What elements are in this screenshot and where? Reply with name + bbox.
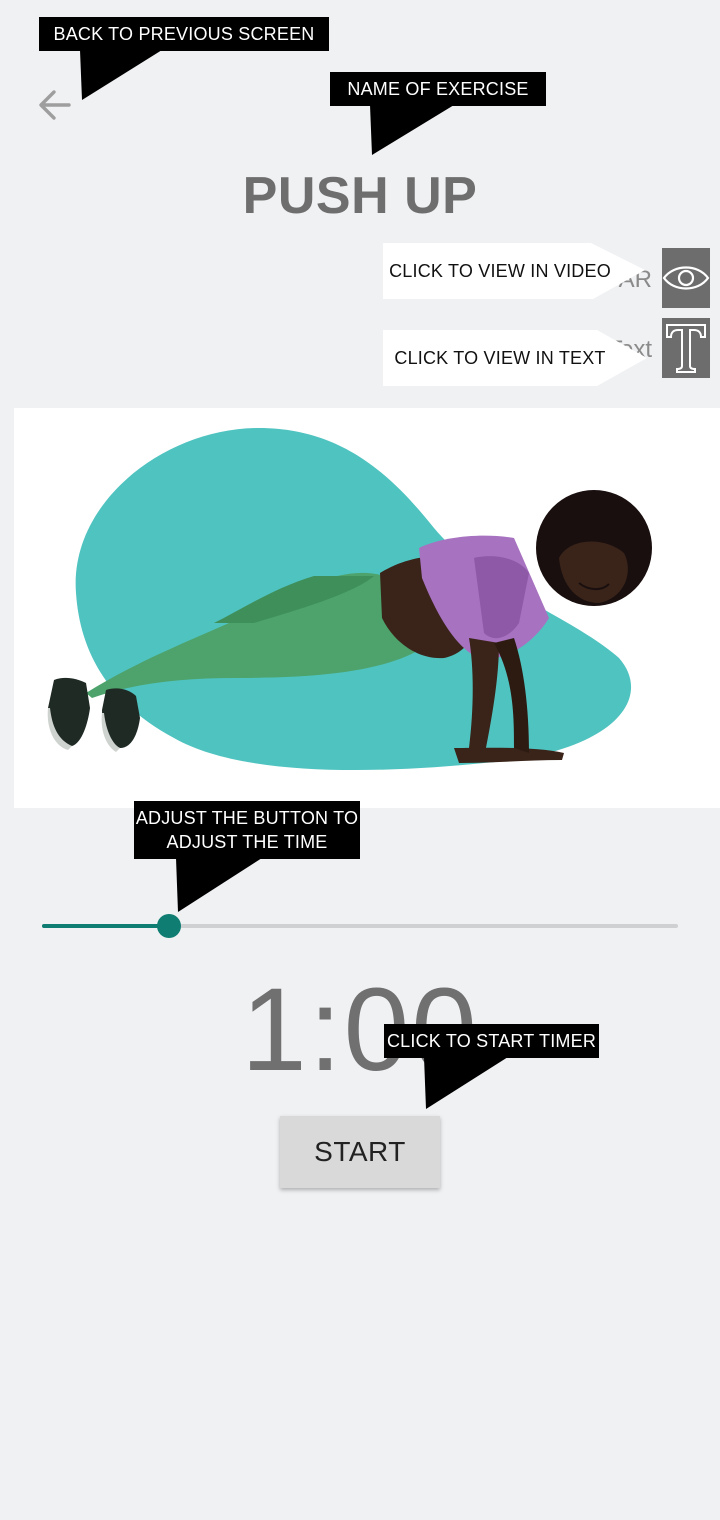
exercise-illustration <box>14 408 720 808</box>
annotation-name-tail <box>370 105 454 155</box>
eye-icon <box>662 266 710 290</box>
letter-t-icon <box>666 324 706 373</box>
annotation-back-tail <box>80 50 162 100</box>
annotation-start-tail <box>424 1057 508 1109</box>
annotation-video-text: CLICK TO VIEW IN VIDEO <box>389 260 611 281</box>
time-slider[interactable] <box>42 912 678 940</box>
annotation-name-text: NAME OF EXERCISE <box>347 79 529 99</box>
view-text-button[interactable] <box>662 318 710 378</box>
view-video-button[interactable] <box>662 248 710 308</box>
arrow-left-icon <box>39 90 71 120</box>
start-button[interactable]: START <box>280 1116 440 1188</box>
annotation-slider-text-1: ADJUST THE BUTTON TO <box>135 808 359 828</box>
annotation-slider: ADJUST THE BUTTON TO ADJUST THE TIME <box>134 801 360 859</box>
annotation-back-text: BACK TO PREVIOUS SCREEN <box>53 24 315 44</box>
annotation-back: BACK TO PREVIOUS SCREEN <box>39 17 329 51</box>
annotation-name: NAME OF EXERCISE <box>330 72 546 106</box>
back-button[interactable] <box>36 86 74 124</box>
annotation-start-text: CLICK TO START TIMER <box>386 1031 597 1051</box>
annotation-text-text: CLICK TO VIEW IN TEXT <box>394 347 606 368</box>
annotation-start: CLICK TO START TIMER <box>384 1024 599 1058</box>
annotation-slider-tail <box>176 858 262 912</box>
annotation-slider-text-2: ADJUST THE TIME <box>166 832 328 852</box>
slider-thumb[interactable] <box>157 914 181 938</box>
slider-fill <box>42 924 169 928</box>
exercise-title: PUSH UP <box>242 167 478 225</box>
timer-display: 1:00 <box>241 964 479 1096</box>
